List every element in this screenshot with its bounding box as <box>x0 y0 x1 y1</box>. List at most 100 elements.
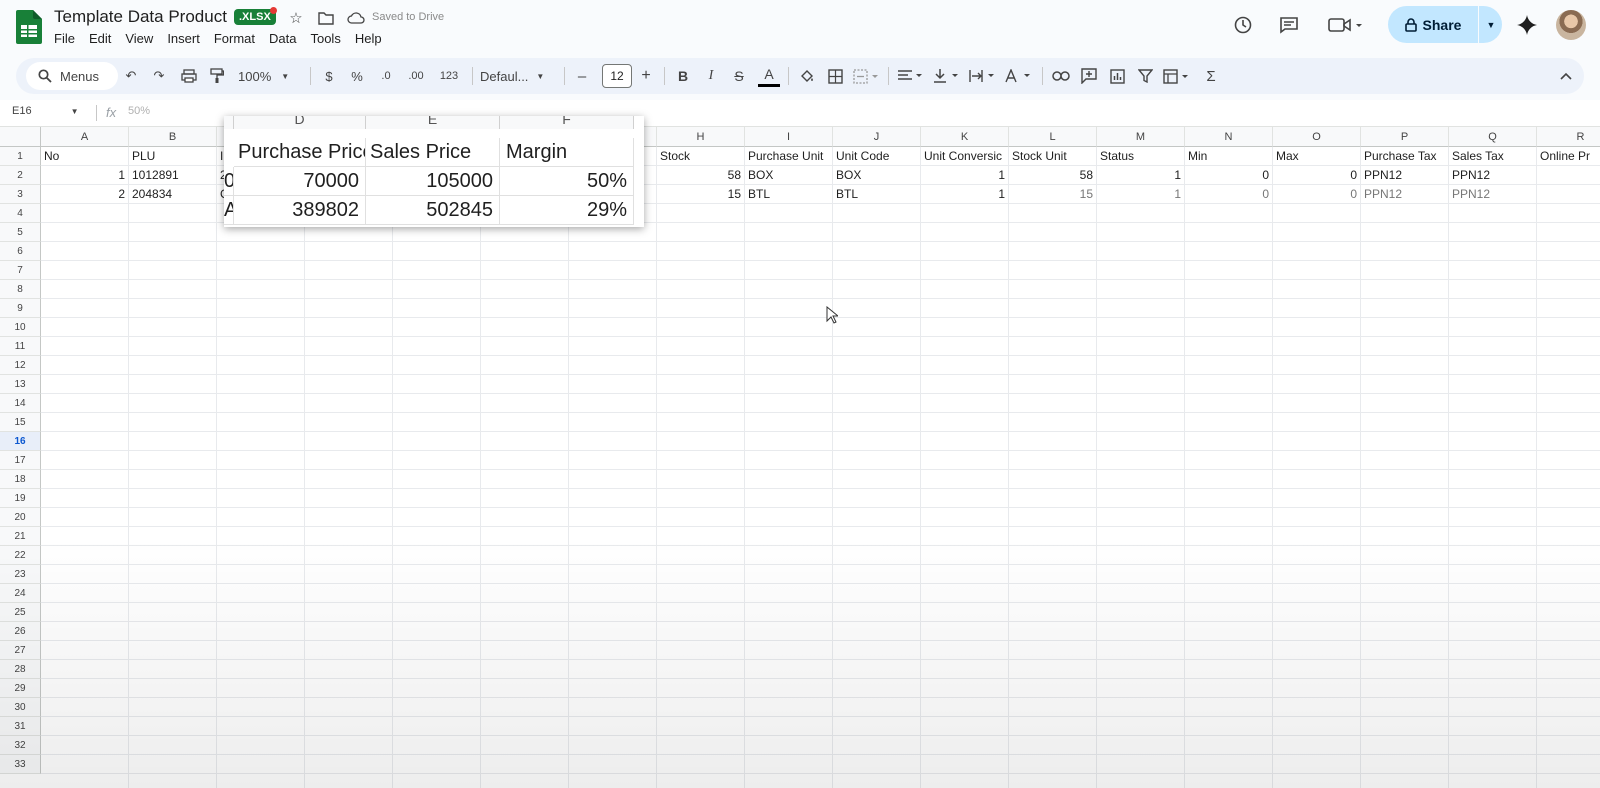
cell-k1[interactable]: Unit Conversic <box>921 147 1008 166</box>
row-header-22[interactable]: 22 <box>0 546 41 565</box>
collapse-toolbar-icon[interactable] <box>1556 64 1576 88</box>
cell-h1[interactable]: Stock <box>657 147 744 166</box>
row-header-7[interactable]: 7 <box>0 261 41 280</box>
cell-j2[interactable]: BOX <box>833 166 920 185</box>
menus-search[interactable]: Menus <box>26 62 118 90</box>
row-header-27[interactable]: 27 <box>0 641 41 660</box>
font-select[interactable]: Defaul... ▼ <box>480 64 556 88</box>
move-folder-icon[interactable] <box>316 8 336 28</box>
row-header-32[interactable]: 32 <box>0 736 41 755</box>
currency-button[interactable]: $ <box>322 64 336 88</box>
row-header-13[interactable]: 13 <box>0 375 41 394</box>
column-header-q[interactable]: Q <box>1449 127 1537 147</box>
row-header-28[interactable]: 28 <box>0 660 41 679</box>
row-header-23[interactable]: 23 <box>0 565 41 584</box>
cell-b2[interactable]: 1012891 <box>129 166 216 185</box>
row-header-31[interactable]: 31 <box>0 717 41 736</box>
column-header-k[interactable]: K <box>921 127 1009 147</box>
cell-h3[interactable]: 15 <box>657 185 744 204</box>
row-header-18[interactable]: 18 <box>0 470 41 489</box>
select-all-corner[interactable] <box>0 127 41 147</box>
row-header-6[interactable]: 6 <box>0 242 41 261</box>
cell-b1[interactable]: PLU <box>129 147 216 166</box>
filter-icon[interactable] <box>1134 64 1156 88</box>
bold-button[interactable]: B <box>674 64 692 88</box>
increase-decimal-button[interactable]: .00 <box>404 64 428 88</box>
cell-k3[interactable]: 1 <box>921 185 1008 204</box>
zoom-select[interactable]: 100% ▼ <box>238 64 298 88</box>
row-header-29[interactable]: 29 <box>0 679 41 698</box>
cell-n2[interactable]: 0 <box>1185 166 1272 185</box>
row-header-12[interactable]: 12 <box>0 356 41 375</box>
cell-p2[interactable]: PPN12 <box>1361 166 1448 185</box>
number-format-button[interactable]: 123 <box>436 64 462 88</box>
cell-o2[interactable]: 0 <box>1273 166 1360 185</box>
row-header-24[interactable]: 24 <box>0 584 41 603</box>
share-button[interactable]: Share <box>1388 6 1478 43</box>
column-header-o[interactable]: O <box>1273 127 1361 147</box>
star-icon[interactable]: ☆ <box>286 8 306 28</box>
cell-o1[interactable]: Max <box>1273 147 1360 166</box>
insert-chart-icon[interactable] <box>1106 64 1128 88</box>
decrease-decimal-button[interactable]: .0 <box>376 64 396 88</box>
menu-data[interactable]: Data <box>269 31 304 46</box>
merge-cells-icon[interactable] <box>852 64 882 88</box>
menu-help[interactable]: Help <box>355 31 390 46</box>
row-header-30[interactable]: 30 <box>0 698 41 717</box>
column-header-i[interactable]: I <box>745 127 833 147</box>
menu-view[interactable]: View <box>125 31 161 46</box>
cell-q2[interactable]: PPN12 <box>1449 166 1536 185</box>
row-header-14[interactable]: 14 <box>0 394 41 413</box>
gemini-icon[interactable] <box>1514 12 1540 38</box>
fill-color-icon[interactable] <box>796 64 818 88</box>
column-header-n[interactable]: N <box>1185 127 1273 147</box>
row-header-5[interactable]: 5 <box>0 223 41 242</box>
row-header-25[interactable]: 25 <box>0 603 41 622</box>
row-header-19[interactable]: 19 <box>0 489 41 508</box>
cell-q3[interactable]: PPN12 <box>1449 185 1536 204</box>
column-header-p[interactable]: P <box>1361 127 1449 147</box>
menu-format[interactable]: Format <box>214 31 263 46</box>
formula-input[interactable]: 50% <box>128 105 150 117</box>
row-header-11[interactable]: 11 <box>0 337 41 356</box>
cell-r1[interactable]: Online Pr <box>1537 147 1600 166</box>
column-header-j[interactable]: J <box>833 127 921 147</box>
strikethrough-button[interactable]: S <box>730 64 748 88</box>
cell-p3[interactable]: PPN12 <box>1361 185 1448 204</box>
row-header-15[interactable]: 15 <box>0 413 41 432</box>
row-header-33[interactable]: 33 <box>0 755 41 774</box>
row-header-10[interactable]: 10 <box>0 318 41 337</box>
cell-m2[interactable]: 1 <box>1097 166 1184 185</box>
cell-l1[interactable]: Stock Unit <box>1009 147 1096 166</box>
column-header-l[interactable]: L <box>1009 127 1097 147</box>
insert-comment-icon[interactable] <box>1078 64 1100 88</box>
cell-i3[interactable]: BTL <box>745 185 832 204</box>
cell-l2[interactable]: 58 <box>1009 166 1096 185</box>
share-dropdown-icon[interactable]: ▼ <box>1480 6 1502 43</box>
cell-i1[interactable]: Purchase Unit <box>745 147 832 166</box>
column-header-h[interactable]: H <box>657 127 745 147</box>
cell-b3[interactable]: 204834 <box>129 185 216 204</box>
vertical-align-icon[interactable] <box>932 64 962 88</box>
row-header-3[interactable]: 3 <box>0 185 41 204</box>
comments-icon[interactable] <box>1276 12 1302 38</box>
cell-k2[interactable]: 1 <box>921 166 1008 185</box>
row-header-17[interactable]: 17 <box>0 451 41 470</box>
document-title[interactable]: Template Data Product <box>54 7 227 27</box>
menu-insert[interactable]: Insert <box>167 31 208 46</box>
column-header-r[interactable]: R <box>1537 127 1600 147</box>
menu-tools[interactable]: Tools <box>310 31 348 46</box>
history-icon[interactable] <box>1230 12 1256 38</box>
text-rotation-icon[interactable] <box>1004 64 1034 88</box>
cell-h2[interactable]: 58 <box>657 166 744 185</box>
font-size-input[interactable]: 12 <box>602 64 632 88</box>
italic-button[interactable]: I <box>702 64 720 88</box>
column-header-a[interactable]: A <box>41 127 129 147</box>
font-size-decrease-button[interactable]: – <box>572 64 592 88</box>
cell-j1[interactable]: Unit Code <box>833 147 920 166</box>
column-header-b[interactable]: B <box>129 127 217 147</box>
table-view-icon[interactable] <box>1162 64 1192 88</box>
percent-button[interactable]: % <box>350 64 364 88</box>
text-wrapping-icon[interactable] <box>968 64 998 88</box>
cell-a2[interactable]: 1 <box>41 166 128 185</box>
